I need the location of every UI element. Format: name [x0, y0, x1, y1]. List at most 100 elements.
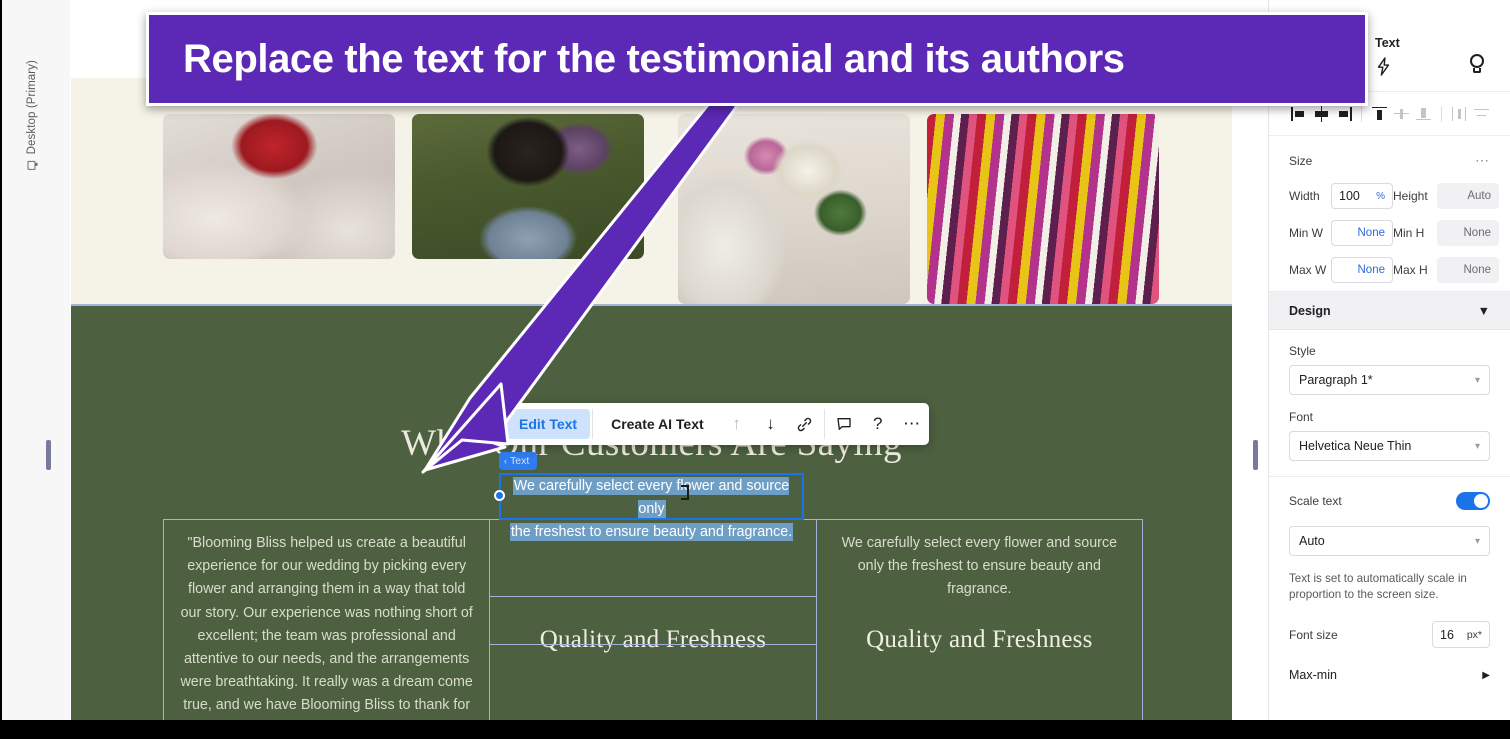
- gallery-image-3[interactable]: [678, 114, 910, 304]
- section-top-rule: [71, 304, 1232, 306]
- testimonial-column-1[interactable]: "Blooming Bliss helped us create a beaut…: [163, 519, 490, 720]
- hero-section[interactable]: [71, 78, 1232, 304]
- max-min-label: Max-min: [1289, 668, 1337, 682]
- scale-help-text: Text is set to automatically scale in pr…: [1289, 572, 1467, 601]
- floating-text-toolbar[interactable]: Edit Text Create AI Text ↑ ↓ ? ⋯: [502, 403, 929, 445]
- min-width-label: Min W: [1289, 226, 1323, 240]
- lightning-icon[interactable]: [1375, 56, 1392, 83]
- testimonial-column-2[interactable]: We carefully select every flower and sou…: [489, 519, 816, 720]
- scale-mode-value: Auto: [1299, 534, 1325, 548]
- font-size-label: Font size: [1289, 627, 1338, 642]
- min-height-input[interactable]: None: [1437, 220, 1499, 246]
- gallery-image-2[interactable]: [412, 114, 644, 259]
- height-value: Auto: [1467, 190, 1491, 202]
- align-middle-vertical-icon[interactable]: [1391, 103, 1412, 125]
- design-divider: [1269, 476, 1510, 477]
- selection-resize-handle[interactable]: [494, 490, 505, 501]
- testimonial-quote[interactable]: "Blooming Bliss helped us create a beaut…: [178, 532, 475, 720]
- create-ai-text-button[interactable]: Create AI Text: [595, 416, 720, 432]
- font-size-row: Font size 16 px*: [1289, 621, 1490, 648]
- min-height-label: Min H: [1393, 226, 1425, 240]
- style-label: Style: [1289, 344, 1316, 358]
- max-height-value: None: [1463, 264, 1492, 276]
- height-input[interactable]: Auto: [1437, 183, 1499, 209]
- gallery-image-1[interactable]: [163, 114, 395, 259]
- bottom-letterbox: [0, 720, 1510, 739]
- max-height-label: Max H: [1393, 263, 1428, 277]
- sidebar-title: Text: [1375, 36, 1400, 50]
- left-rail: Desktop (Primary): [0, 0, 70, 720]
- distribute-vertical-icon[interactable]: [1471, 103, 1492, 125]
- testimonial-columns: "Blooming Bliss helped us create a beaut…: [163, 519, 1143, 720]
- lightbulb-icon[interactable]: [1469, 54, 1485, 75]
- min-width-input[interactable]: None: [1331, 220, 1393, 246]
- chevron-left-icon: ‹: [504, 456, 507, 466]
- max-width-value: None: [1357, 264, 1386, 276]
- toolbar-divider-2: [823, 409, 825, 439]
- toolbar-divider-1: [592, 409, 594, 439]
- scale-text-row: Scale text: [1289, 492, 1490, 510]
- align-bottom-icon[interactable]: [1413, 103, 1434, 125]
- column-2-divider: [490, 596, 816, 597]
- device-breakpoint-label[interactable]: Desktop (Primary): [18, 60, 46, 250]
- alignment-divider-1: [1361, 105, 1362, 122]
- selected-element-badge[interactable]: ‹ Text: [499, 452, 538, 470]
- edit-text-button[interactable]: Edit Text: [506, 409, 591, 439]
- scale-text-toggle[interactable]: [1456, 492, 1490, 510]
- column-3-body[interactable]: We carefully select every flower and sou…: [831, 532, 1128, 602]
- gallery-image-4[interactable]: [927, 114, 1159, 304]
- chevron-down-icon[interactable]: ▼: [1478, 304, 1490, 318]
- font-size-unit: px*: [1466, 628, 1482, 641]
- column-2-divider-2: [490, 644, 816, 645]
- min-width-value: None: [1357, 227, 1386, 239]
- size-more-icon[interactable]: ⋯: [1475, 152, 1490, 169]
- style-select[interactable]: Paragraph 1* ▾: [1289, 365, 1490, 395]
- design-canvas[interactable]: What Our Customers Are Saying "Blooming …: [71, 48, 1232, 720]
- testimonial-column-3[interactable]: We carefully select every flower and sou…: [815, 519, 1143, 720]
- chevron-down-icon: ▾: [1474, 535, 1480, 547]
- max-height-input[interactable]: None: [1437, 257, 1499, 283]
- text-cursor-icon: [681, 485, 689, 500]
- device-label-text: Desktop (Primary): [26, 60, 38, 155]
- arrow-down-icon[interactable]: ↓: [754, 403, 788, 445]
- font-label: Font: [1289, 410, 1314, 424]
- badge-label: Text: [510, 455, 530, 467]
- width-unit: %: [1376, 190, 1385, 202]
- properties-sidebar: Text Size ⋯ Width 100 % Height Auto Min …: [1268, 0, 1510, 720]
- scale-mode-select[interactable]: Auto ▾: [1289, 526, 1490, 556]
- design-section-header[interactable]: Design ▼: [1269, 292, 1510, 330]
- help-icon[interactable]: ?: [861, 403, 895, 445]
- canvas-resize-handle-left[interactable]: [46, 440, 51, 470]
- design-section-body: Style Paragraph 1* ▾ Font Helvetica Neue…: [1269, 330, 1510, 682]
- link-icon[interactable]: [788, 403, 822, 445]
- width-input[interactable]: 100 %: [1331, 183, 1393, 209]
- more-options-icon[interactable]: ⋯: [895, 403, 929, 445]
- max-min-row[interactable]: Max-min ▶: [1289, 668, 1490, 682]
- monitor-icon: [28, 160, 36, 170]
- distribute-horizontal-icon[interactable]: [1449, 103, 1470, 125]
- height-label: Height: [1393, 189, 1428, 203]
- font-size-value: 16: [1440, 627, 1454, 642]
- chevron-down-icon: ▾: [1474, 440, 1480, 452]
- chevron-down-icon: ▾: [1474, 374, 1480, 386]
- align-top-icon[interactable]: [1369, 103, 1390, 125]
- column-2-title[interactable]: Quality and Freshness: [504, 626, 801, 654]
- design-section-label: Design: [1289, 303, 1331, 318]
- annotation-banner-text: Replace the text for the testimonial and…: [183, 36, 1125, 81]
- chevron-right-icon: ▶: [1482, 669, 1490, 681]
- size-section-label: Size: [1289, 153, 1313, 168]
- font-select[interactable]: Helvetica Neue Thin ▾: [1289, 431, 1490, 461]
- max-width-input[interactable]: None: [1331, 257, 1393, 283]
- style-value: Paragraph 1*: [1299, 373, 1373, 387]
- arrow-up-icon[interactable]: ↑: [720, 403, 754, 445]
- min-height-value: None: [1463, 227, 1492, 239]
- comment-icon[interactable]: [827, 403, 861, 445]
- canvas-resize-handle-right[interactable]: [1253, 440, 1258, 470]
- font-value: Helvetica Neue Thin: [1299, 439, 1412, 453]
- annotation-banner: Replace the text for the testimonial and…: [146, 12, 1368, 106]
- text-selection-box[interactable]: [499, 473, 804, 520]
- width-value: 100: [1339, 189, 1360, 203]
- app-root: Desktop (Primary) What Our Customers Are…: [0, 0, 1510, 739]
- font-size-input[interactable]: 16 px*: [1432, 621, 1490, 648]
- column-3-title[interactable]: Quality and Freshness: [831, 626, 1128, 654]
